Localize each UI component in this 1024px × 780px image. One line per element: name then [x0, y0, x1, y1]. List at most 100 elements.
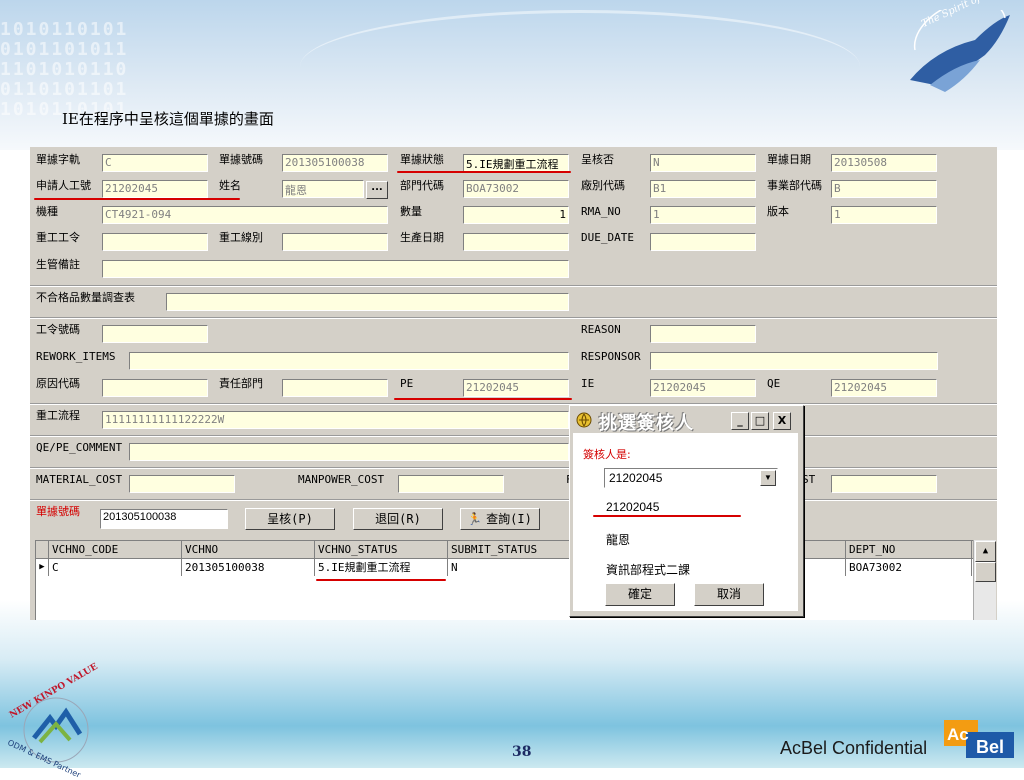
approved-field[interactable]: N [650, 154, 756, 172]
rework-line-field[interactable] [282, 233, 388, 251]
pe-annotation-underline [394, 398, 572, 400]
approver-option[interactable]: 龍恩 [606, 531, 630, 548]
section-divider [30, 285, 997, 287]
pc-note-field[interactable] [102, 260, 569, 278]
qe-label: QE [767, 377, 781, 390]
version-label: 版本 [767, 205, 789, 218]
prod-date-label: 生產日期 [400, 231, 444, 244]
responsor-field[interactable] [650, 352, 938, 370]
grid-header-cell[interactable]: VCHNO_CODE [49, 541, 182, 558]
section-divider [30, 435, 997, 437]
material-cost-field[interactable] [129, 475, 235, 493]
due-date-label: DUE_DATE [581, 231, 634, 244]
app-globe-icon [576, 412, 592, 428]
section-divider [30, 403, 997, 405]
rework-flow-label: 重工流程 [36, 409, 80, 422]
chevron-down-icon[interactable]: ▼ [760, 470, 776, 486]
cancel-button[interactable]: 取消 [694, 583, 764, 606]
responsor-label: RESPONSOR [581, 350, 641, 363]
reason-label: REASON [581, 323, 621, 336]
grid-cell[interactable]: BOA73002 [846, 559, 972, 576]
factory-code-field[interactable]: B1 [650, 180, 756, 198]
approver-option[interactable]: 21202045 [606, 500, 659, 514]
status-annotation-underline [397, 171, 571, 173]
grid-cell[interactable]: N [448, 559, 581, 576]
qty-field[interactable]: 1 [463, 206, 569, 224]
dialog-title-bar[interactable]: 挑選簽核人 _ □ X [573, 409, 798, 434]
approver-option[interactable]: 資訊部程式二課 [606, 561, 690, 578]
applicant-id-field[interactable]: 21202045 [102, 180, 208, 198]
pc-note-label: 生管備註 [36, 258, 80, 271]
model-field[interactable]: CT4921-094 [102, 206, 388, 224]
ng-survey-field[interactable] [166, 293, 569, 311]
applicant-annotation-underline [34, 198, 240, 200]
kinpo-badge-logo [23, 697, 89, 763]
section-divider [30, 467, 997, 469]
query-button-label: 查詢(I) [486, 512, 532, 526]
work-order-field[interactable] [102, 325, 208, 343]
name-field[interactable]: 龍恩 [282, 180, 364, 198]
voucher-grid: VCHNO_CODE VCHNO VCHNO_STATUS SUBMIT_STA… [35, 540, 974, 620]
grid-cell[interactable]: 201305100038 [182, 559, 315, 576]
rma-label: RMA_NO [581, 205, 621, 218]
hidden-cost-field[interactable] [831, 475, 937, 493]
rework-order-field[interactable] [102, 233, 208, 251]
grid-header-cell[interactable]: VCHNO_STATUS [315, 541, 448, 558]
dept-code-field[interactable]: BOA73002 [463, 180, 569, 198]
pe-field[interactable]: 21202045 [463, 379, 569, 397]
close-button[interactable]: X [773, 412, 791, 430]
version-field[interactable]: 1 [831, 206, 937, 224]
query-doc-no-field[interactable]: 201305100038 [100, 509, 228, 529]
doc-no-field[interactable]: 201305100038 [282, 154, 388, 172]
rework-items-field[interactable] [129, 352, 569, 370]
rework-form-window: 單據字軌 C 單據號碼 201305100038 單據狀態 5.IE規劃重工流程… [30, 147, 997, 620]
rework-flow-field[interactable]: 11111111111122222W [102, 411, 569, 429]
dialog-title: 挑選簽核人 [599, 413, 694, 434]
factory-code-label: 廠別代碼 [581, 179, 625, 192]
rework-items-label: REWORK_ITEMS [36, 350, 116, 363]
qe-pe-comment-field[interactable] [129, 443, 569, 461]
swoosh-decoration [300, 10, 860, 123]
return-button[interactable]: 退回(R) [353, 508, 443, 530]
doc-date-field[interactable]: 20130508 [831, 154, 937, 172]
due-date-field[interactable] [650, 233, 756, 251]
name-lookup-button[interactable]: ... [366, 181, 388, 199]
rma-field[interactable]: 1 [650, 206, 756, 224]
query-button[interactable]: 🏃 查詢(I) [460, 508, 540, 530]
ok-button[interactable]: 確定 [605, 583, 675, 606]
reason-field[interactable] [650, 325, 756, 343]
bu-code-field[interactable]: B [831, 180, 937, 198]
doc-status-field[interactable]: 5.IE規劃重工流程 [463, 154, 569, 172]
resp-dept-field[interactable] [282, 379, 388, 397]
manpower-cost-field[interactable] [398, 475, 504, 493]
material-cost-label: MATERIAL_COST [36, 473, 123, 486]
doc-type-label: 單據字軌 [36, 153, 80, 166]
rework-line-label: 重工線別 [219, 231, 263, 244]
ng-survey-label: 不合格品數量調查表 [36, 291, 135, 304]
grid-header-cell[interactable]: VCHNO [182, 541, 315, 558]
minimize-button[interactable]: _ [731, 412, 749, 430]
grid-vertical-scrollbar[interactable]: ▲ [973, 540, 996, 620]
submit-approval-button[interactable]: 呈核(P) [245, 508, 335, 530]
ie-label: IE [581, 377, 595, 390]
grid-cell[interactable]: C [49, 559, 182, 576]
approver-select[interactable]: 21202045 ▼ [604, 468, 778, 488]
maximize-button[interactable]: □ [751, 412, 769, 430]
approver-label: 簽核人是: [583, 448, 631, 461]
grid-cell[interactable]: 5.IE規劃重工流程 [315, 559, 448, 576]
prod-date-field[interactable] [463, 233, 569, 251]
qe-field[interactable]: 21202045 [831, 379, 937, 397]
approved-label: 呈核否 [581, 153, 614, 166]
scroll-up-arrow-icon[interactable]: ▲ [975, 541, 996, 562]
section-divider [30, 317, 997, 319]
page-number: 38 [512, 744, 532, 760]
cause-code-field[interactable] [102, 379, 208, 397]
grid-header-cell[interactable]: SUBMIT_STATUS [448, 541, 581, 558]
grid-header-cell[interactable]: DEPT_NO [846, 541, 972, 558]
doc-status-label: 單據狀態 [400, 153, 444, 166]
table-row[interactable]: ▶ C 201305100038 5.IE規劃重工流程 N BOA73002 [36, 559, 973, 576]
ie-field[interactable]: 21202045 [650, 379, 756, 397]
section-divider [30, 499, 997, 501]
doc-type-field[interactable]: C [102, 154, 208, 172]
scroll-thumb[interactable] [975, 562, 996, 582]
